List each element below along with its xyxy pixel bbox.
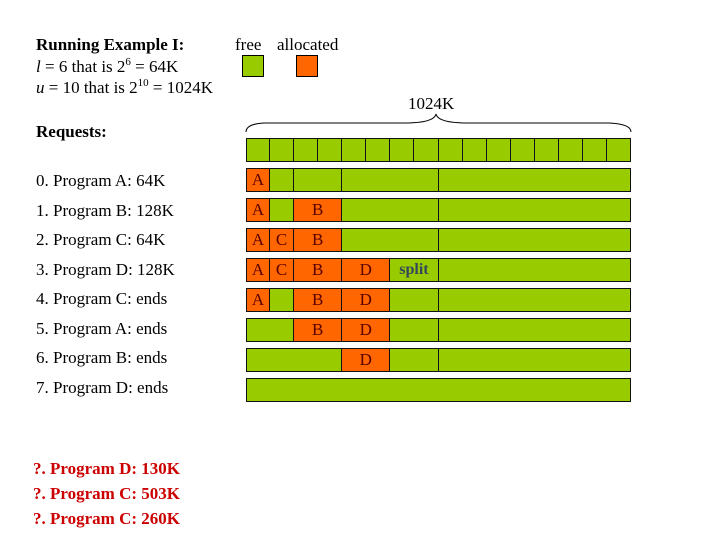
requests-heading: Requests: [36,122,107,141]
memory-grid-row [246,138,631,162]
grid-cell [534,138,559,162]
memory-state-row: AB [246,198,631,222]
legend-free-label: free [235,35,262,54]
memory-state-row: D [246,348,631,372]
free-block [438,318,631,342]
request-item: 5. Program A: ends [36,318,168,338]
allocated-block: B [294,318,343,342]
grid-cell [390,138,415,162]
memory-state-row: ABD [246,288,631,312]
grid-cell [318,138,343,162]
allocated-block: B [294,258,343,282]
legend-allocated-label: allocated [277,35,339,54]
free-block [438,348,631,372]
free-block [438,198,631,222]
free-block [438,168,631,192]
allocated-block: B [294,288,343,312]
memory-state-row [246,378,631,402]
free-block [270,168,295,192]
diagram-title: Running Example I: [36,35,185,54]
allocated-block: D [342,348,391,372]
memory-state-row: ACB [246,228,631,252]
allocated-block: D [342,288,391,312]
legend-free-swatch [242,55,264,77]
grid-cell [606,138,631,162]
memory-state-row: BD [246,318,631,342]
grid-cell [270,138,295,162]
lower-bound-line: l = 6 that is 26 = 64K [36,57,178,77]
free-block [342,168,439,192]
free-block [390,348,439,372]
allocated-block: B [294,198,343,222]
l-result: = 64K [130,57,179,76]
memory-state-row: A C B Dsplit [246,258,631,282]
free-block [246,348,343,372]
free-block [246,318,295,342]
free-block [390,318,439,342]
memory-state-row: A [246,168,631,192]
legend-allocated-swatch [296,55,318,77]
grid-cell [294,138,319,162]
allocated-block: A [246,228,271,252]
total-brace [245,113,632,133]
grid-cell [558,138,583,162]
upper-bound-line: u = 10 that is 210 = 1024K [36,78,213,98]
allocated-block: A [246,288,271,312]
grid-cell [246,138,271,162]
split-block: split [390,258,439,282]
u-variable: u [36,78,45,97]
free-block [342,198,439,222]
request-item: 2. Program C: 64K [36,230,166,249]
grid-cell [510,138,535,162]
allocated-block: C [270,258,295,282]
total-memory-label: 1024K [408,94,455,113]
request-item: 0. Program A: 64K [36,171,166,190]
grid-cell [486,138,511,162]
free-block [438,288,631,312]
allocated-block: D [342,318,391,342]
free-block [438,228,631,252]
question-request: ?. Program D: 130K [33,459,180,478]
grid-cell [366,138,391,162]
request-item: 1. Program B: 128K [36,200,174,220]
grid-cell [582,138,607,162]
allocated-block: B [294,228,343,252]
allocated-block: D [342,258,391,282]
grid-cell [414,138,439,162]
free-block [438,258,631,282]
grid-cell [438,138,463,162]
free-block [270,198,295,222]
u-exponent: 10 [137,77,149,89]
free-block [342,228,439,252]
u-text: = 10 that is 2 [44,78,138,97]
request-item: 7. Program D: ends [36,377,169,397]
grid-cell [462,138,487,162]
allocated-block: A [246,258,271,282]
free-block [246,378,631,402]
request-item: 6. Program B: ends [36,348,168,367]
allocated-block: A [246,198,271,222]
request-item: 3. Program D: 128K [36,259,175,279]
free-block [390,288,439,312]
allocated-block: C [270,228,295,252]
u-result: = 1024K [148,78,214,97]
free-block [294,168,343,192]
request-item: 4. Program C: ends [36,289,168,308]
question-request: ?. Program C: 503K [33,484,180,503]
grid-cell [342,138,367,162]
free-block [270,288,295,312]
l-text: = 6 that is 2 [40,57,126,76]
allocated-block: A [246,168,271,192]
question-request: ?. Program C: 260K [33,509,180,528]
